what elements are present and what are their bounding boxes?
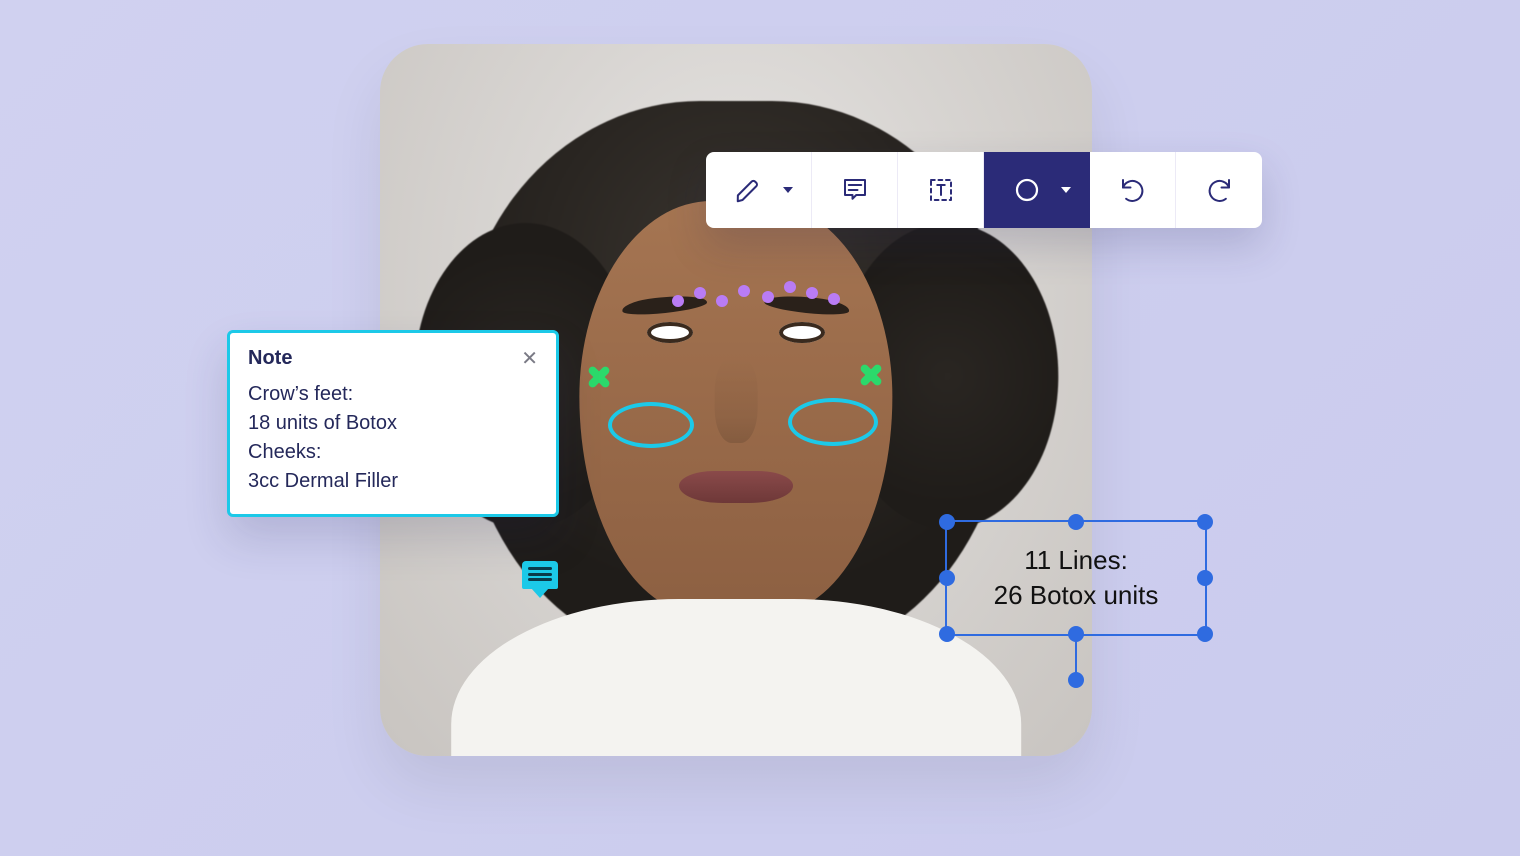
resize-handle-bl[interactable]	[939, 626, 955, 642]
portrait-nose	[715, 357, 758, 442]
text-box-icon	[926, 175, 956, 205]
text-tool-button[interactable]	[898, 152, 984, 228]
note-popover[interactable]: Note ✕ Crow’s feet: 18 units of Botox Ch…	[227, 330, 559, 517]
portrait-collar	[451, 599, 1021, 756]
note-title: Note	[248, 347, 292, 370]
injection-dot[interactable]	[672, 295, 684, 307]
injection-dot[interactable]	[716, 295, 728, 307]
cheek-oval-left[interactable]	[608, 402, 694, 448]
comment-icon	[840, 175, 870, 205]
resize-handle-mr[interactable]	[1197, 570, 1213, 586]
resize-handle-tm[interactable]	[1068, 514, 1084, 530]
crows-feet-mark-right[interactable]	[858, 362, 884, 388]
portrait-lips	[679, 471, 793, 503]
injection-dot[interactable]	[694, 287, 706, 299]
injection-dot[interactable]	[828, 293, 840, 305]
note-header: Note ✕	[248, 347, 538, 370]
resize-handle-tl[interactable]	[939, 514, 955, 530]
annotation-text-box[interactable]: 11 Lines: 26 Botox units	[945, 520, 1207, 636]
injection-dot[interactable]	[738, 285, 750, 297]
injection-dot[interactable]	[806, 287, 818, 299]
shape-tool-button[interactable]	[984, 152, 1090, 228]
portrait-eye-left	[647, 322, 693, 343]
circle-icon	[1012, 175, 1042, 205]
comment-tool-button[interactable]	[812, 152, 898, 228]
resize-handle-ml[interactable]	[939, 570, 955, 586]
portrait-eye-right	[779, 322, 825, 343]
undo-button[interactable]	[1090, 152, 1176, 228]
note-anchor-icon[interactable]	[522, 561, 558, 589]
redo-icon	[1204, 175, 1234, 205]
crows-feet-mark-left[interactable]	[586, 364, 612, 390]
injection-dot[interactable]	[762, 291, 774, 303]
undo-icon	[1118, 175, 1148, 205]
pen-icon	[734, 175, 764, 205]
resize-handle-br[interactable]	[1197, 626, 1213, 642]
redo-button[interactable]	[1176, 152, 1262, 228]
close-icon[interactable]: ✕	[521, 349, 538, 369]
note-body: Crow’s feet: 18 units of Botox Cheeks: 3…	[248, 380, 538, 496]
resize-handle-tr[interactable]	[1197, 514, 1213, 530]
injection-dot[interactable]	[784, 281, 796, 293]
rotate-handle[interactable]	[1068, 672, 1084, 688]
annotation-toolbar	[706, 152, 1262, 228]
pen-tool-button[interactable]	[706, 152, 812, 228]
annotation-text: 11 Lines: 26 Botox units	[994, 543, 1159, 613]
cheek-oval-right[interactable]	[788, 398, 878, 446]
